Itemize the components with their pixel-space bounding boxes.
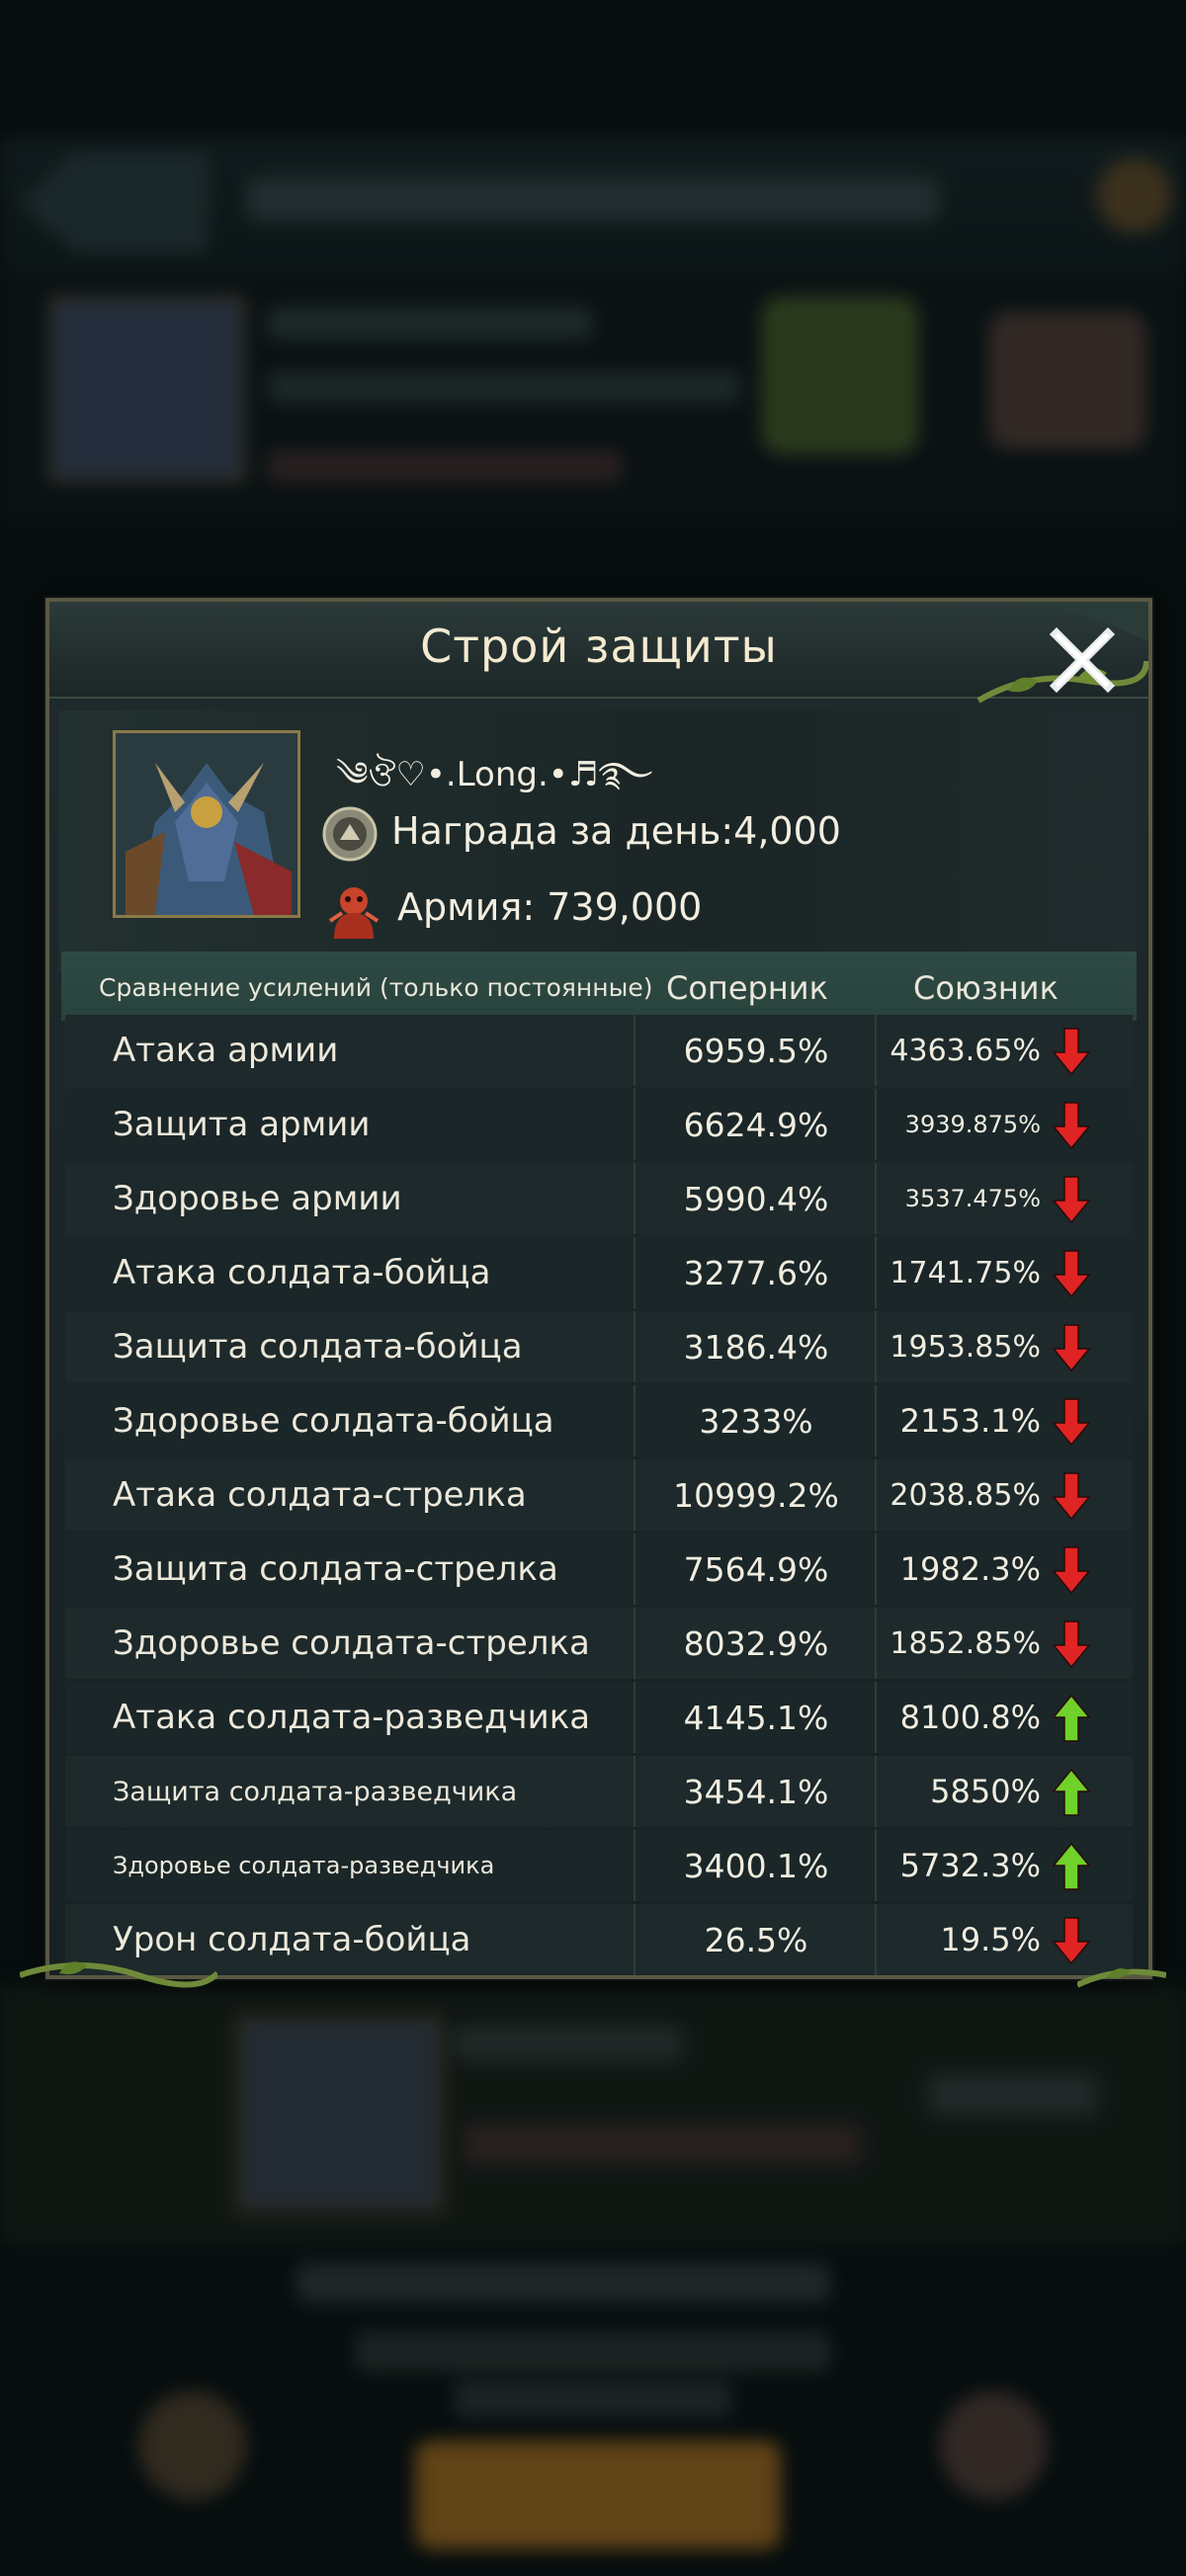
stat-name: Атака солдата-стрелка: [65, 1459, 635, 1531]
enemy-value: 10999.2%: [637, 1459, 877, 1531]
stat-row: Урон солдата-бойца 26.5% 19.5%: [65, 1904, 1133, 1975]
enemy-value: 6959.5%: [637, 1015, 877, 1086]
enemy-value: 26.5%: [637, 1904, 877, 1975]
ally-value: 1953.85%: [890, 1329, 1041, 1365]
ally-column-header: Союзник: [913, 969, 1059, 1007]
arrow-down-icon: [1052, 1102, 1091, 1150]
stat-name: Защита солдата-бойца: [65, 1311, 635, 1382]
arrow-down-icon: [1052, 1324, 1091, 1372]
stat-row: Атака армии 6959.5% 4363.65%: [65, 1015, 1133, 1086]
ally-value: 1982.3%: [899, 1550, 1041, 1588]
stat-row: Защита солдата-разведчика 3454.1% 5850%: [65, 1756, 1133, 1827]
enemy-value: 6624.9%: [637, 1089, 877, 1160]
enemy-value: 3186.4%: [637, 1311, 877, 1382]
arrow-down-icon: [1052, 1250, 1091, 1298]
arrow-down-icon: [1052, 1546, 1091, 1595]
arrow-down-icon: [1052, 1472, 1091, 1521]
close-button[interactable]: [1038, 616, 1127, 705]
ally-value: 2038.85%: [890, 1477, 1041, 1513]
stat-name: Защита солдата-стрелка: [65, 1534, 635, 1605]
ally-value: 5732.3%: [899, 1847, 1041, 1884]
enemy-value: 3454.1%: [637, 1756, 877, 1827]
stat-row: Здоровье солдата-разведчика 3400.1% 5732.3…: [65, 1830, 1133, 1901]
stat-row: Здоровье армии 5990.4% 3537.475%: [65, 1163, 1133, 1234]
vine-decoration-icon: [20, 1961, 217, 1988]
stat-row: Здоровье солдата-стрелка 8032.9% 1852.85%: [65, 1608, 1133, 1679]
army-troop-icon: [328, 887, 380, 939]
stat-name: Защита армии: [65, 1089, 635, 1160]
ally-value: 5850%: [930, 1773, 1041, 1810]
enemy-value: 4145.1%: [637, 1682, 877, 1753]
daily-reward-text: Награда за день:4,000: [391, 809, 841, 853]
ally-value: 1852.85%: [890, 1625, 1041, 1661]
enemy-value: 3233%: [637, 1385, 877, 1456]
stat-name: Защита солдата-разведчика: [65, 1756, 635, 1827]
arrow-down-icon: [1052, 1028, 1091, 1076]
defense-formation-dialog: Строй защиты ༄ঔ♡•.Long.•♬࿐ Награда за де…: [20, 598, 1166, 1988]
reward-coin-icon: [322, 806, 378, 862]
close-icon: [1049, 626, 1116, 694]
vine-decoration-icon: [1077, 1968, 1166, 1988]
stat-row: Атака солдата-стрелка 10999.2% 2038.85%: [65, 1459, 1133, 1531]
arrow-up-icon: [1052, 1694, 1091, 1742]
stat-name: Здоровье армии: [65, 1163, 635, 1234]
enemy-value: 3277.6%: [637, 1237, 877, 1308]
stat-name: Атака солдата-бойца: [65, 1237, 635, 1308]
enemy-value: 5990.4%: [637, 1163, 877, 1234]
enemy-value: 7564.9%: [637, 1534, 877, 1605]
ally-value: 8100.8%: [899, 1699, 1041, 1736]
stat-name: Здоровье солдата-разведчика: [65, 1830, 635, 1901]
enemy-value: 8032.9%: [637, 1608, 877, 1679]
stat-row: Атака солдата-бойца 3277.6% 1741.75%: [65, 1237, 1133, 1308]
army-size-text: Армия: 739,000: [397, 885, 703, 929]
arrow-up-icon: [1052, 1768, 1091, 1816]
ally-value: 2153.1%: [899, 1402, 1041, 1440]
stat-name: Здоровье солдата-стрелка: [65, 1608, 635, 1679]
stat-name: Атака солдата-разведчика: [65, 1682, 635, 1753]
arrow-down-icon: [1052, 1176, 1091, 1224]
comparison-table-header: Сравнение усилений (только постоянные) С…: [61, 952, 1137, 1021]
ally-value: 1741.75%: [890, 1255, 1041, 1290]
warrior-portrait-icon: [116, 733, 297, 915]
stat-name: Здоровье солдата-бойца: [65, 1385, 635, 1456]
ally-value: 4363.65%: [890, 1033, 1041, 1068]
ally-value: 19.5%: [940, 1921, 1041, 1958]
ally-value: 3939.875%: [904, 1111, 1041, 1138]
stat-row: Защита солдата-бойца 3186.4% 1953.85%: [65, 1311, 1133, 1382]
arrow-down-icon: [1052, 1398, 1091, 1447]
stat-row: Защита солдата-стрелка 7564.9% 1982.3%: [65, 1534, 1133, 1605]
stat-row: Здоровье солдата-бойца 3233% 2153.1%: [65, 1385, 1133, 1456]
dialog-header: Строй защиты: [49, 602, 1148, 704]
enemy-column-header: Соперник: [666, 969, 828, 1007]
arrow-up-icon: [1052, 1842, 1091, 1890]
stat-row: Атака солдата-разведчика 4145.1% 8100.8%: [65, 1682, 1133, 1753]
ally-value: 3537.475%: [904, 1185, 1041, 1212]
comparison-label: Сравнение усилений (только постоянные): [99, 973, 653, 1002]
comparison-table: Атака армии 6959.5% 4363.65% Защита армии 66…: [65, 1015, 1133, 1978]
arrow-down-icon: [1052, 1620, 1091, 1669]
stat-row: Защита армии 6624.9% 3939.875%: [65, 1089, 1133, 1160]
stat-name: Атака армии: [65, 1015, 635, 1086]
enemy-value: 3400.1%: [637, 1830, 877, 1901]
player-avatar[interactable]: [113, 730, 300, 918]
